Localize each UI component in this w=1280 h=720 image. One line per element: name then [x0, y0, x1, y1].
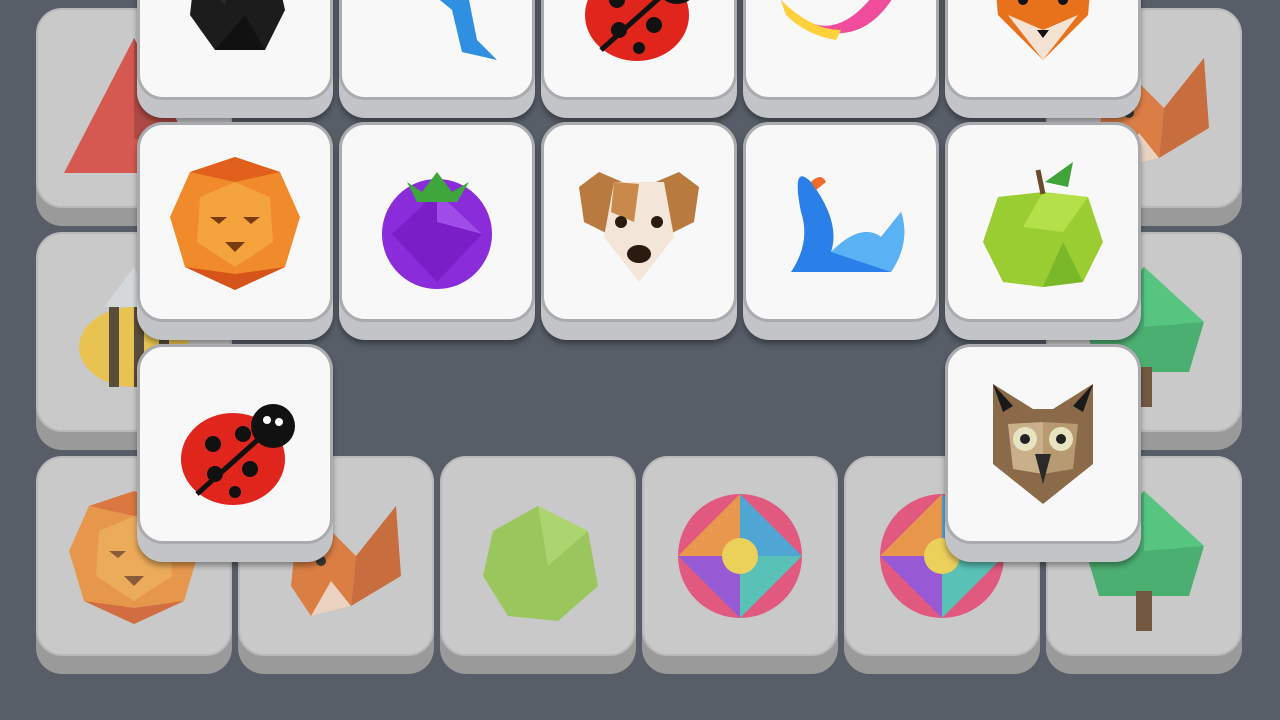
tile-face: [642, 456, 838, 656]
tile-lion[interactable]: [137, 122, 333, 340]
tile-owl[interactable]: [945, 344, 1141, 562]
tile-face: [743, 122, 939, 322]
tile-ladybug[interactable]: [137, 344, 333, 562]
tile-face: [440, 456, 636, 656]
tile-face: [137, 344, 333, 544]
tile-face: [339, 122, 535, 322]
lemon-icon: [483, 506, 598, 621]
tile-banana[interactable]: [743, 0, 939, 118]
tile-face: [945, 0, 1141, 100]
tile-fox[interactable]: [945, 0, 1141, 118]
tile-dolphin[interactable]: [339, 0, 535, 118]
puppy-icon: [579, 172, 699, 282]
dolphin-icon: [439, 0, 497, 60]
tile-face: [137, 0, 333, 100]
owl-icon: [993, 384, 1093, 504]
blackberry-icon: [190, 0, 285, 50]
ladybug-icon: [181, 404, 295, 505]
tile-face: [137, 122, 333, 322]
tile-face: [541, 0, 737, 100]
tile-face: [339, 0, 535, 100]
apple-icon: [983, 162, 1103, 287]
ladybug-icon: [585, 0, 690, 61]
game-board: [0, 0, 1280, 720]
tile-face: [945, 344, 1141, 544]
tile-ladybug[interactable]: [541, 0, 737, 118]
tile-blackberry[interactable]: [137, 0, 333, 118]
plum-icon: [382, 172, 492, 289]
swan-icon: [791, 176, 905, 272]
lion-icon: [170, 157, 300, 290]
tile-lemon: [440, 456, 636, 674]
tile-face: [743, 0, 939, 100]
tile-face: [945, 122, 1141, 322]
tile-flower: [642, 456, 838, 674]
tile-swan[interactable]: [743, 122, 939, 340]
fox-icon: [996, 0, 1090, 60]
tile-plum[interactable]: [339, 122, 535, 340]
flower-icon: [678, 494, 802, 618]
banana-icon: [781, 0, 892, 40]
tile-apple[interactable]: [945, 122, 1141, 340]
tile-puppy[interactable]: [541, 122, 737, 340]
tile-face: [541, 122, 737, 322]
